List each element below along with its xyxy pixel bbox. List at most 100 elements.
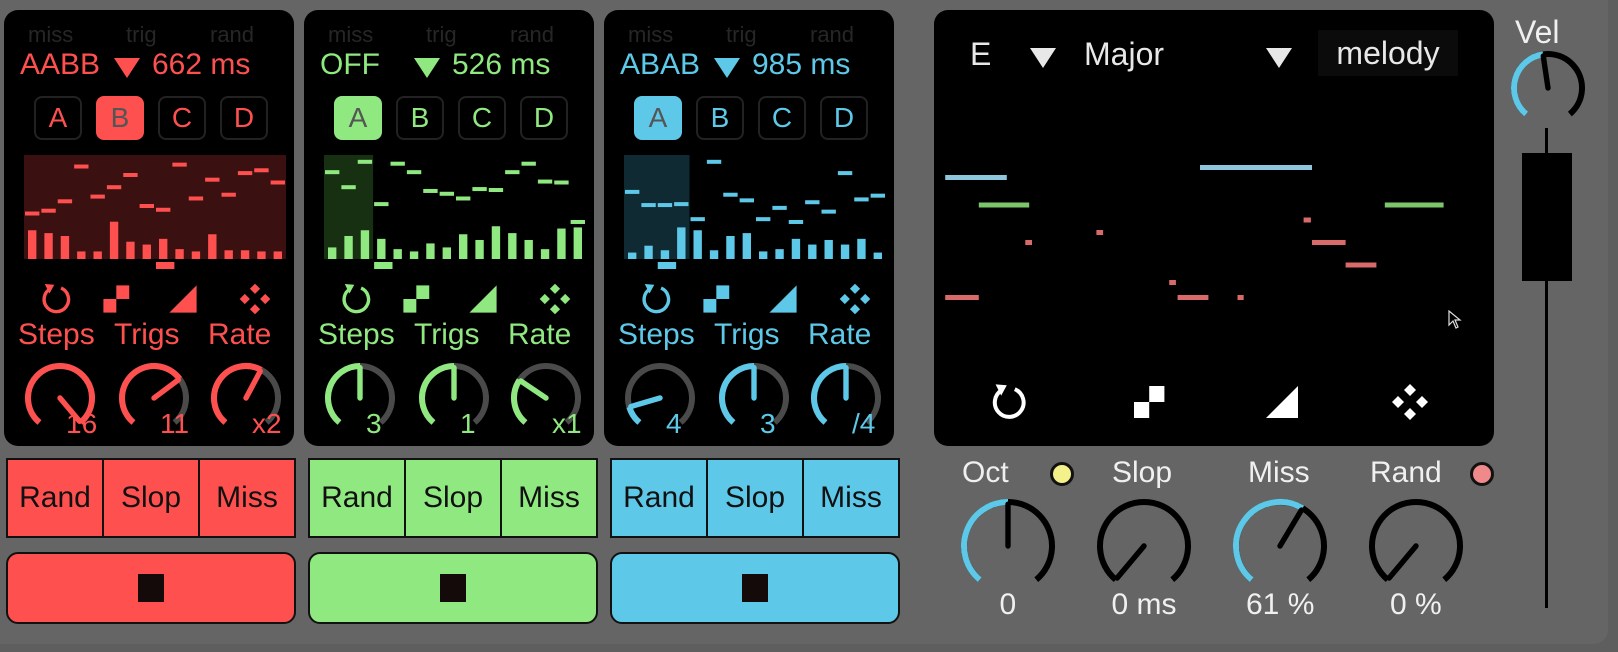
step-velocity[interactable] (142, 244, 151, 259)
step-note[interactable] (423, 188, 438, 193)
piano-roll-note[interactable] (945, 175, 1007, 180)
step-velocity[interactable] (159, 238, 168, 259)
step-velocity[interactable] (693, 230, 702, 259)
step-velocity[interactable] (873, 252, 882, 259)
step-velocity[interactable] (660, 250, 670, 259)
slop-toggle[interactable]: Slop (406, 460, 502, 536)
steps-icon[interactable] (100, 282, 134, 316)
step-velocity[interactable] (44, 233, 53, 259)
step-velocity[interactable] (126, 241, 135, 259)
random-icon[interactable] (238, 282, 272, 316)
step-note[interactable] (325, 170, 340, 175)
step-note[interactable] (537, 179, 553, 184)
step-velocity[interactable] (273, 251, 282, 259)
step-note[interactable] (570, 219, 585, 224)
piano-roll[interactable] (934, 100, 1494, 350)
step-note[interactable] (821, 209, 836, 214)
step-note[interactable] (390, 161, 405, 166)
random-icon[interactable] (538, 282, 572, 316)
random-icon[interactable] (1390, 382, 1430, 422)
step-velocity[interactable] (677, 227, 686, 259)
sequence-display[interactable] (624, 155, 886, 270)
slot-c-button[interactable]: C (158, 96, 206, 140)
step-velocity[interactable] (644, 245, 653, 259)
step-note[interactable] (188, 196, 204, 201)
step-velocity[interactable] (808, 244, 817, 259)
miss-toggle[interactable]: Miss (804, 460, 898, 536)
step-note[interactable] (456, 196, 471, 201)
miss-knob[interactable] (1230, 496, 1330, 596)
piano-roll-note[interactable] (1237, 295, 1244, 300)
rand-toggle[interactable]: Rand (612, 460, 708, 536)
step-velocity[interactable] (224, 250, 233, 259)
step-note[interactable] (357, 159, 373, 164)
lane-green-play-button[interactable] (308, 552, 598, 624)
rand-toggle[interactable]: Rand (8, 460, 104, 536)
step-velocity[interactable] (208, 234, 217, 259)
step-note[interactable] (837, 171, 853, 176)
step-velocity[interactable] (442, 247, 451, 259)
piano-roll-note[interactable] (1384, 202, 1444, 208)
piano-roll-note[interactable] (1303, 217, 1311, 223)
slot-d-button[interactable]: D (820, 96, 868, 140)
step-note[interactable] (756, 217, 771, 222)
random-icon[interactable] (838, 282, 872, 316)
lane-blue-play-button[interactable] (610, 552, 900, 624)
steps-icon[interactable] (700, 282, 734, 316)
step-note[interactable] (772, 205, 787, 210)
step-note[interactable] (521, 161, 536, 166)
trigs-knob[interactable] (416, 360, 492, 436)
step-note[interactable] (156, 207, 171, 212)
time-value[interactable]: 526 ms (452, 48, 550, 82)
steps-knob[interactable] (322, 360, 398, 436)
slot-b-button[interactable]: B (96, 96, 144, 140)
step-velocity[interactable] (409, 251, 419, 259)
slot-c-button[interactable]: C (458, 96, 506, 140)
step-note[interactable] (221, 192, 236, 197)
step-note[interactable] (123, 172, 138, 177)
step-velocity[interactable] (628, 252, 637, 259)
miss-toggle[interactable]: Miss (200, 460, 294, 536)
pattern-select[interactable]: AABB (20, 48, 100, 82)
step-note[interactable] (690, 217, 705, 222)
step-note[interactable] (341, 185, 356, 190)
step-note[interactable] (439, 191, 454, 196)
step-note[interactable] (205, 177, 220, 182)
piano-roll-note[interactable] (1169, 280, 1176, 285)
step-note[interactable] (805, 200, 820, 205)
step-note[interactable] (739, 198, 754, 203)
step-velocity[interactable] (28, 230, 37, 259)
step-note[interactable] (57, 199, 73, 204)
step-note[interactable] (406, 170, 422, 175)
step-velocity[interactable] (775, 249, 784, 259)
loop-icon[interactable] (340, 282, 374, 316)
pattern-dropdown-icon[interactable] (114, 58, 140, 78)
step-velocity[interactable] (175, 249, 184, 259)
sequence-display[interactable] (324, 155, 586, 270)
step-note[interactable] (172, 162, 187, 167)
step-velocity[interactable] (377, 238, 386, 259)
loop-icon[interactable] (990, 382, 1030, 422)
ramp-icon[interactable] (166, 282, 200, 316)
step-velocity[interactable] (491, 226, 501, 259)
piano-roll-note[interactable] (945, 295, 979, 300)
step-note[interactable] (254, 168, 269, 173)
piano-roll-note[interactable] (1312, 240, 1346, 245)
pattern-dropdown-icon[interactable] (414, 58, 440, 78)
step-velocity[interactable] (759, 251, 768, 259)
step-note[interactable] (374, 202, 389, 207)
ramp-icon[interactable] (766, 282, 800, 316)
step-velocity[interactable] (524, 239, 533, 259)
steps-icon[interactable] (1130, 382, 1170, 422)
step-note[interactable] (472, 187, 487, 192)
piano-roll-note[interactable] (1345, 262, 1377, 268)
step-velocity[interactable] (840, 244, 850, 259)
slot-b-button[interactable]: B (696, 96, 744, 140)
step-velocity[interactable] (459, 234, 468, 259)
step-note[interactable] (25, 211, 40, 216)
miss-toggle[interactable]: Miss (502, 460, 596, 536)
step-velocity[interactable] (857, 238, 866, 259)
step-note[interactable] (854, 197, 869, 202)
step-note[interactable] (723, 192, 738, 197)
step-velocity[interactable] (426, 243, 435, 259)
